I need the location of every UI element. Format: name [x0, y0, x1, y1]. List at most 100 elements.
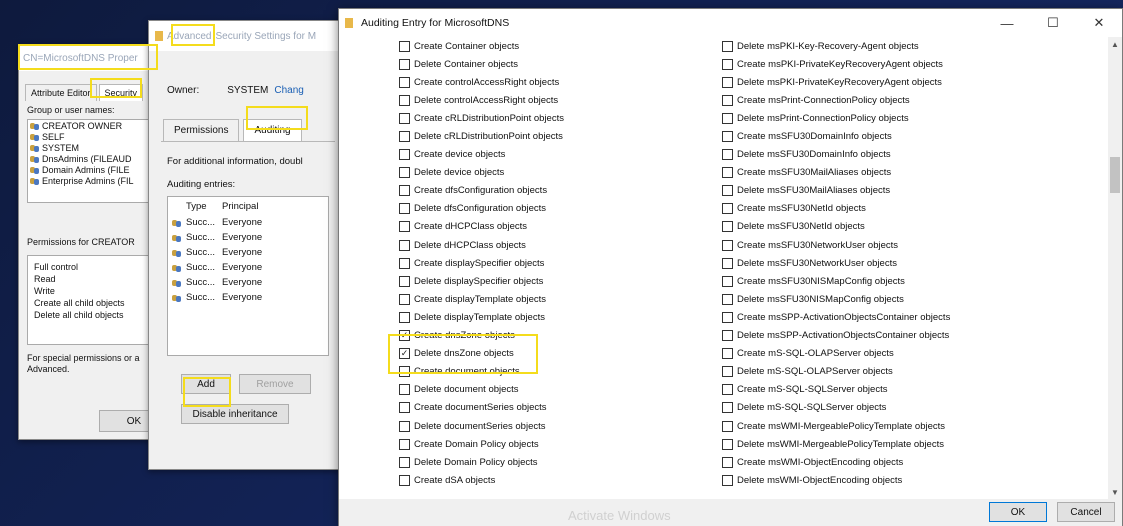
ok-button[interactable]: OK: [989, 502, 1047, 522]
checkbox[interactable]: [722, 257, 733, 269]
permission-checkbox-row[interactable]: Create device objects: [399, 146, 564, 164]
permission-checkbox-row[interactable]: Create msWMI-ObjectEncoding objects: [722, 453, 950, 471]
column-type[interactable]: Type: [172, 201, 222, 212]
checkbox[interactable]: [722, 94, 733, 106]
checkbox[interactable]: [399, 402, 410, 414]
permission-checkbox-row[interactable]: Delete mS-SQL-OLAPServer objects: [722, 363, 950, 381]
permission-checkbox-row[interactable]: Delete msSFU30NISMapConfig objects: [722, 290, 950, 308]
checkbox[interactable]: [399, 438, 410, 450]
checkbox[interactable]: [399, 293, 410, 305]
permission-checkbox-row[interactable]: Create mS-SQL-SQLServer objects: [722, 381, 950, 399]
permission-checkbox-row[interactable]: Delete msPrint-ConnectionPolicy objects: [722, 109, 950, 127]
scroll-down-icon[interactable]: ▼: [1108, 485, 1122, 499]
permission-checkbox-row[interactable]: Delete displaySpecifier objects: [399, 272, 564, 290]
group-item[interactable]: DnsAdmins (FILEAUD: [28, 153, 158, 164]
checkbox[interactable]: [722, 131, 733, 143]
checkbox[interactable]: [399, 221, 410, 233]
permission-checkbox-row[interactable]: Create dHCPClass objects: [399, 218, 564, 236]
checkbox[interactable]: [399, 76, 410, 88]
permission-checkbox-row[interactable]: Create msSPP-ActivationObjectsContainer …: [722, 308, 950, 326]
permission-checkbox-row[interactable]: Create dSA objects: [399, 471, 564, 489]
checkbox[interactable]: [399, 257, 410, 269]
checkbox[interactable]: [399, 456, 410, 468]
checkbox[interactable]: [722, 203, 733, 215]
disable-inheritance-button[interactable]: Disable inheritance: [181, 404, 289, 424]
checkbox[interactable]: [722, 384, 733, 396]
scroll-up-icon[interactable]: ▲: [1108, 37, 1122, 51]
permission-checkbox-row[interactable]: Delete documentSeries objects: [399, 417, 564, 435]
permission-checkbox-row[interactable]: Delete displayTemplate objects: [399, 308, 564, 326]
tab-permissions[interactable]: Permissions: [163, 119, 240, 141]
checkbox[interactable]: [722, 112, 733, 124]
checkbox[interactable]: [722, 275, 733, 287]
permission-checkbox-row[interactable]: Create documentSeries objects: [399, 399, 564, 417]
checkbox[interactable]: [399, 203, 410, 215]
group-item[interactable]: Enterprise Admins (FIL: [28, 175, 158, 186]
permission-checkbox-row[interactable]: ✓ Create dnsZone objects: [399, 327, 564, 345]
permission-checkbox-row[interactable]: Create msPrint-ConnectionPolicy objects: [722, 91, 950, 109]
permission-checkbox-row[interactable]: Create msSFU30MailAliases objects: [722, 164, 950, 182]
permission-checkbox-row[interactable]: Create document objects: [399, 363, 564, 381]
checkbox[interactable]: [722, 348, 733, 360]
permission-checkbox-row[interactable]: Delete dfsConfiguration objects: [399, 200, 564, 218]
permission-checkbox-row[interactable]: Create msPKI-PrivateKeyRecoveryAgent obj…: [722, 55, 950, 73]
checkbox[interactable]: [399, 185, 410, 197]
permission-checkbox-row[interactable]: Create displaySpecifier objects: [399, 254, 564, 272]
table-row[interactable]: Succ... Everyone: [168, 275, 328, 290]
checkbox[interactable]: [722, 167, 733, 179]
permission-checkbox-row[interactable]: Delete document objects: [399, 381, 564, 399]
table-row[interactable]: Succ... Everyone: [168, 290, 328, 305]
checkbox[interactable]: [399, 40, 410, 52]
permission-checkbox-row[interactable]: Delete device objects: [399, 164, 564, 182]
permission-checkbox-row[interactable]: Delete Container objects: [399, 55, 564, 73]
vertical-scrollbar[interactable]: ▲ ▼: [1108, 37, 1122, 499]
permission-checkbox-row[interactable]: Create msWMI-MergeablePolicyTemplate obj…: [722, 417, 950, 435]
checkbox[interactable]: [722, 40, 733, 52]
group-item[interactable]: SELF: [28, 131, 158, 142]
checkbox[interactable]: [399, 311, 410, 323]
checkbox[interactable]: [399, 474, 410, 486]
permission-checkbox-row[interactable]: Delete msSFU30MailAliases objects: [722, 182, 950, 200]
minimize-icon[interactable]: —: [984, 9, 1030, 37]
cancel-button[interactable]: Cancel: [1057, 502, 1115, 522]
checkbox[interactable]: [399, 131, 410, 143]
group-item[interactable]: Domain Admins (FILE: [28, 164, 158, 175]
checkbox[interactable]: [399, 384, 410, 396]
checkbox[interactable]: [399, 275, 410, 287]
permission-checkbox-row[interactable]: Create cRLDistributionPoint objects: [399, 109, 564, 127]
checkbox[interactable]: [722, 330, 733, 342]
checkbox[interactable]: [399, 420, 410, 432]
properties-window-title[interactable]: CN=MicrosoftDNS Proper: [19, 45, 167, 71]
checked-checkbox[interactable]: ✓: [399, 348, 410, 360]
permission-checkbox-row[interactable]: Create msSFU30NetId objects: [722, 200, 950, 218]
table-row[interactable]: Succ... Everyone: [168, 215, 328, 230]
permission-checkbox-row[interactable]: Create controlAccessRight objects: [399, 73, 564, 91]
checkbox[interactable]: [399, 58, 410, 70]
permission-checkbox-row[interactable]: Delete Domain Policy objects: [399, 453, 564, 471]
group-item[interactable]: SYSTEM: [28, 142, 158, 153]
table-row[interactable]: Succ... Everyone: [168, 260, 328, 275]
permission-checkbox-row[interactable]: Create msSFU30NetworkUser objects: [722, 236, 950, 254]
checkbox[interactable]: [722, 185, 733, 197]
group-names-list[interactable]: CREATOR OWNER SELF SYSTEM DnsAdmins (FIL…: [27, 119, 159, 203]
permission-checkbox-row[interactable]: Create Container objects: [399, 37, 564, 55]
tab-attribute-editor[interactable]: Attribute Editor: [25, 84, 97, 101]
checkbox[interactable]: [722, 402, 733, 414]
permission-checkbox-row[interactable]: Delete controlAccessRight objects: [399, 91, 564, 109]
permission-checkbox-row[interactable]: Create Domain Policy objects: [399, 435, 564, 453]
checkbox[interactable]: [722, 239, 733, 251]
group-item[interactable]: CREATOR OWNER: [28, 120, 158, 131]
auditing-entries-list[interactable]: Type Principal Succ... Everyone Succ... Ev…: [167, 196, 329, 356]
permission-checkbox-row[interactable]: ✓ Delete dnsZone objects: [399, 345, 564, 363]
checkbox[interactable]: [722, 311, 733, 323]
change-owner-link[interactable]: Chang: [274, 85, 303, 111]
checkbox[interactable]: [722, 456, 733, 468]
permission-checkbox-row[interactable]: Delete msWMI-ObjectEncoding objects: [722, 471, 950, 489]
checked-checkbox[interactable]: ✓: [399, 330, 410, 342]
close-icon[interactable]: ✕: [1076, 9, 1122, 37]
checkbox[interactable]: [722, 293, 733, 305]
advanced-window-title[interactable]: Advanced Security Settings for M: [149, 21, 347, 51]
column-principal[interactable]: Principal: [222, 201, 302, 212]
add-button[interactable]: Add: [181, 374, 231, 394]
permission-checkbox-row[interactable]: Delete msSFU30DomainInfo objects: [722, 146, 950, 164]
